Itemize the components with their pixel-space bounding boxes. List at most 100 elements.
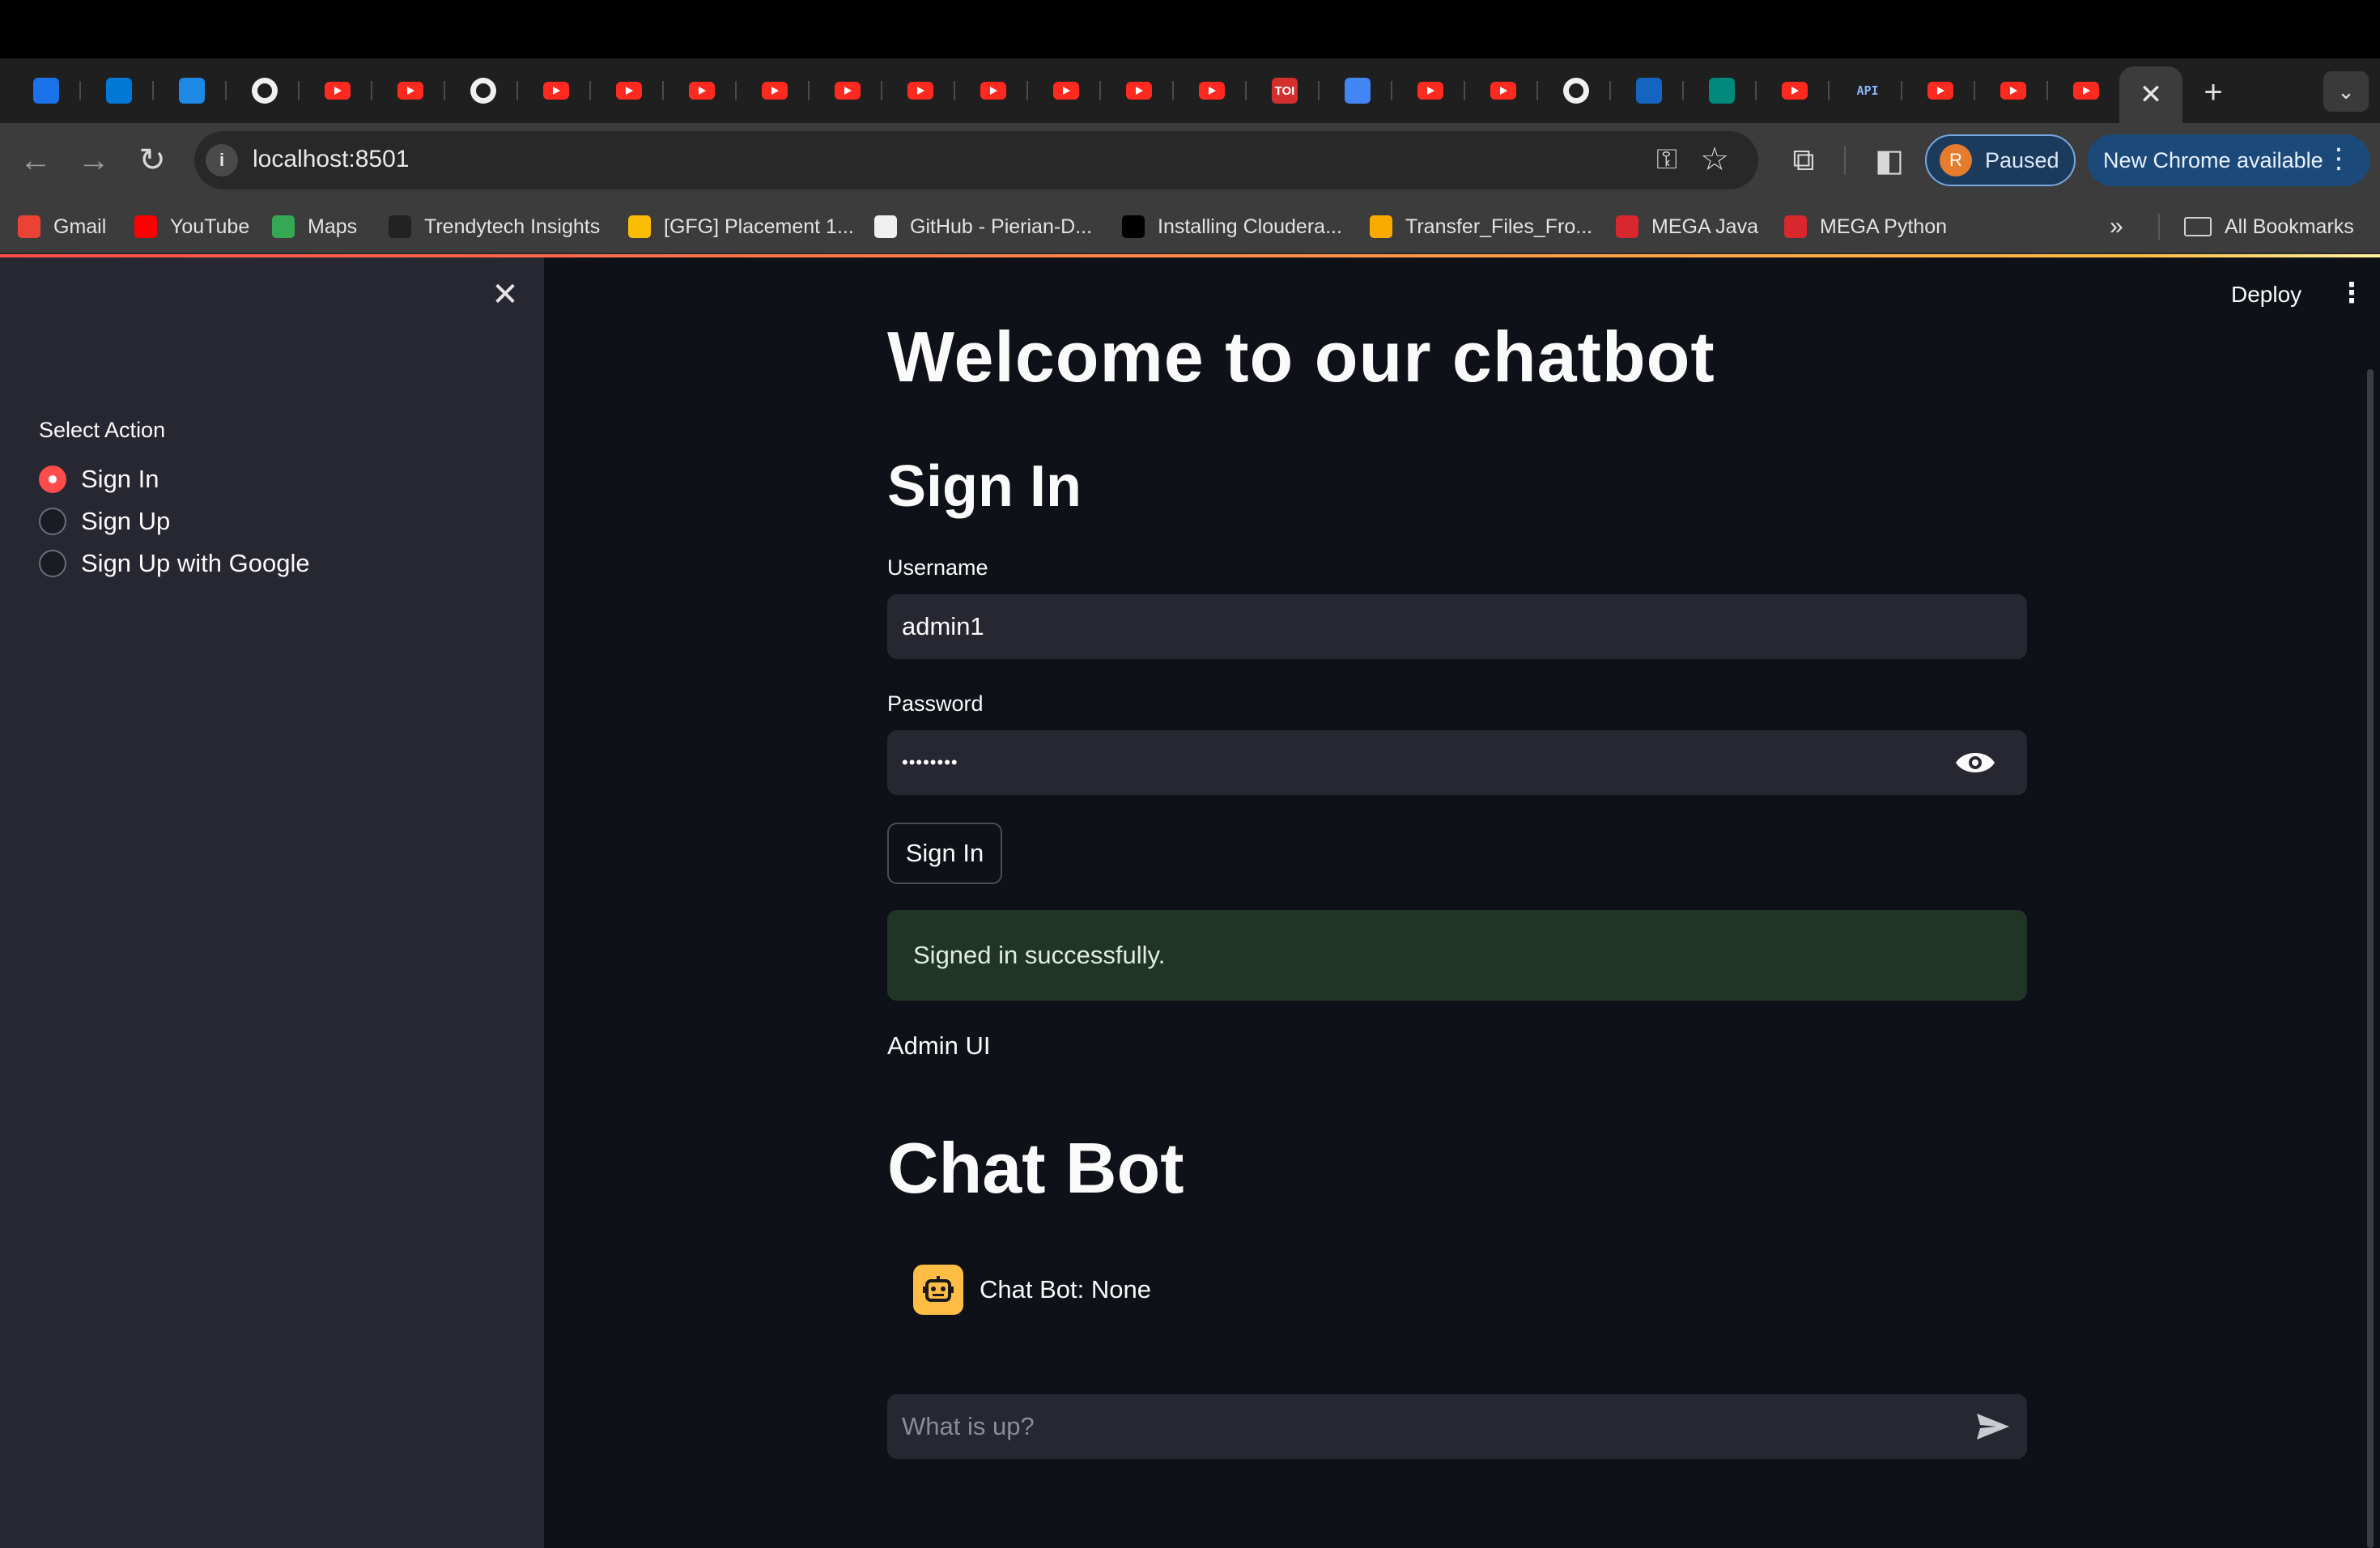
all-bookmarks-button[interactable]: All Bookmarks — [2184, 212, 2354, 241]
browser-toolbar: ← → ↻ i localhost:8501 ⚿ ☆ ⧉ ◧ R Paused … — [0, 123, 2380, 198]
tab-separator — [1245, 81, 1247, 100]
sign-in-button[interactable]: Sign In — [887, 823, 1002, 884]
radio-sign-up-google[interactable]: Sign Up with Google — [39, 546, 310, 581]
browser-tab[interactable] — [667, 66, 737, 115]
extensions-puzzle-icon[interactable]: ⧉ — [1784, 141, 1823, 180]
bookmark-item[interactable]: GitHub - Pierian-D... — [874, 212, 1092, 241]
deploy-button[interactable]: Deploy — [2231, 282, 2301, 308]
browser-tab[interactable] — [958, 66, 1028, 115]
address-bar[interactable]: i localhost:8501 ⚿ ☆ — [194, 131, 1758, 189]
username-label: Username — [887, 555, 988, 580]
browser-tab[interactable] — [1541, 66, 1611, 115]
browser-tab[interactable] — [303, 66, 372, 115]
browser-tab[interactable] — [813, 66, 882, 115]
password-input[interactable]: •••••••• — [887, 730, 2027, 795]
browser-tab[interactable] — [1906, 66, 1975, 115]
browser-tab[interactable] — [2051, 66, 2121, 115]
bookmark-item[interactable]: Installing Cloudera... — [1122, 212, 1342, 241]
site-info-icon[interactable]: i — [206, 144, 238, 176]
side-panel-icon[interactable]: ◧ — [1870, 141, 1909, 180]
tab-separator — [225, 81, 227, 100]
bookmark-item[interactable]: MEGA Java — [1616, 212, 1758, 241]
tab-close-icon[interactable]: ✕ — [2140, 79, 2163, 111]
new-tab-button[interactable]: + — [2195, 74, 2231, 110]
browser-tab[interactable] — [1760, 66, 1830, 115]
update-chrome-button[interactable]: New Chrome available ⋮ — [2087, 134, 2370, 186]
show-password-eye-icon[interactable] — [1954, 748, 1996, 777]
tab-separator — [1318, 81, 1320, 100]
browser-tab[interactable] — [1031, 66, 1101, 115]
more-bookmarks-chevron-icon[interactable]: » — [2110, 212, 2123, 241]
back-button[interactable]: ← — [16, 141, 55, 180]
browser-tab[interactable] — [521, 66, 591, 115]
youtube-icon — [1927, 82, 1953, 100]
password-value: •••••••• — [902, 752, 958, 772]
bookmark-item[interactable]: Maps — [272, 212, 357, 241]
tab-separator — [1974, 81, 1975, 100]
radio-label: Sign Up — [81, 507, 171, 535]
tab-separator — [1828, 81, 1830, 100]
bookmark-item[interactable]: Transfer_Files_Fro... — [1370, 212, 1592, 241]
active-tab[interactable]: ✕ — [2119, 66, 2182, 123]
youtube-icon — [325, 82, 351, 100]
tab-search-button[interactable]: ⌄ — [2323, 71, 2369, 112]
reload-icon: ↻ — [138, 142, 166, 178]
browser-tab[interactable] — [1177, 66, 1247, 115]
reload-button[interactable]: ↻ — [133, 141, 172, 180]
send-icon[interactable] — [1975, 1412, 2011, 1441]
bookmark-item[interactable]: YouTube — [134, 212, 249, 241]
browser-tab[interactable] — [230, 66, 300, 115]
radio-dot[interactable] — [39, 550, 66, 577]
admin-ui-text: Admin UI — [887, 1031, 991, 1060]
close-sidebar-icon[interactable]: ✕ — [489, 277, 521, 313]
url-text[interactable]: localhost:8501 — [253, 146, 409, 173]
browser-tab[interactable] — [376, 66, 445, 115]
arrow-right-icon: → — [78, 142, 110, 178]
youtube-icon — [1782, 82, 1808, 100]
tab-separator — [954, 81, 955, 100]
browser-tab[interactable] — [1104, 66, 1174, 115]
toi-icon: TOI — [1272, 78, 1298, 104]
browser-tab[interactable] — [594, 66, 664, 115]
folder-icon — [2184, 217, 2212, 236]
gmail-icon — [18, 215, 40, 238]
radio-sign-up[interactable]: Sign Up — [39, 504, 170, 539]
chart-favicon-icon — [1636, 78, 1662, 104]
bookmark-item[interactable]: Gmail — [18, 212, 106, 241]
browser-tab[interactable] — [1323, 66, 1392, 115]
main-menu-icon[interactable]: ⋮ — [2338, 277, 2365, 309]
mega-icon — [1784, 215, 1807, 238]
scrollbar[interactable] — [2367, 369, 2374, 1548]
browser-tab[interactable] — [740, 66, 810, 115]
bookmark-item[interactable]: Trendytech Insights — [389, 212, 600, 241]
profile-button[interactable]: R Paused — [1925, 134, 2076, 186]
radio-sign-in[interactable]: Sign In — [39, 461, 159, 497]
browser-tab[interactable] — [1978, 66, 2048, 115]
browser-tab[interactable] — [84, 66, 154, 115]
bookmark-item[interactable]: MEGA Python — [1784, 212, 1947, 241]
browser-tab[interactable] — [1687, 66, 1757, 115]
password-key-icon[interactable]: ⚿ — [1656, 144, 1677, 176]
colab-icon — [1370, 215, 1392, 238]
bookmark-item[interactable]: [GFG] Placement 1... — [628, 212, 854, 241]
bookmark-star-icon[interactable]: ☆ — [1700, 141, 1729, 178]
radio-dot[interactable] — [39, 508, 66, 535]
arrow-left-icon: ← — [19, 142, 52, 178]
browser-tab[interactable] — [1614, 66, 1684, 115]
username-input[interactable]: admin1 — [887, 594, 2027, 659]
browser-tab[interactable] — [157, 66, 227, 115]
browser-tab[interactable] — [886, 66, 955, 115]
chevron-down-icon: ⌄ — [2337, 79, 2355, 104]
chat-message: Chat Bot: None — [913, 1265, 1151, 1315]
browser-tab[interactable] — [11, 66, 81, 115]
browser-tab[interactable]: API — [1833, 66, 1902, 115]
tab-separator — [589, 81, 591, 100]
chat-input[interactable]: What is up? — [887, 1394, 2027, 1459]
browser-tab[interactable]: TOI — [1250, 66, 1320, 115]
forward-button[interactable]: → — [74, 141, 113, 180]
radio-dot-selected[interactable] — [39, 466, 66, 493]
browser-tab[interactable] — [1396, 66, 1465, 115]
browser-tab[interactable] — [1468, 66, 1538, 115]
youtube-icon — [2000, 82, 2026, 100]
browser-tab[interactable] — [448, 66, 518, 115]
